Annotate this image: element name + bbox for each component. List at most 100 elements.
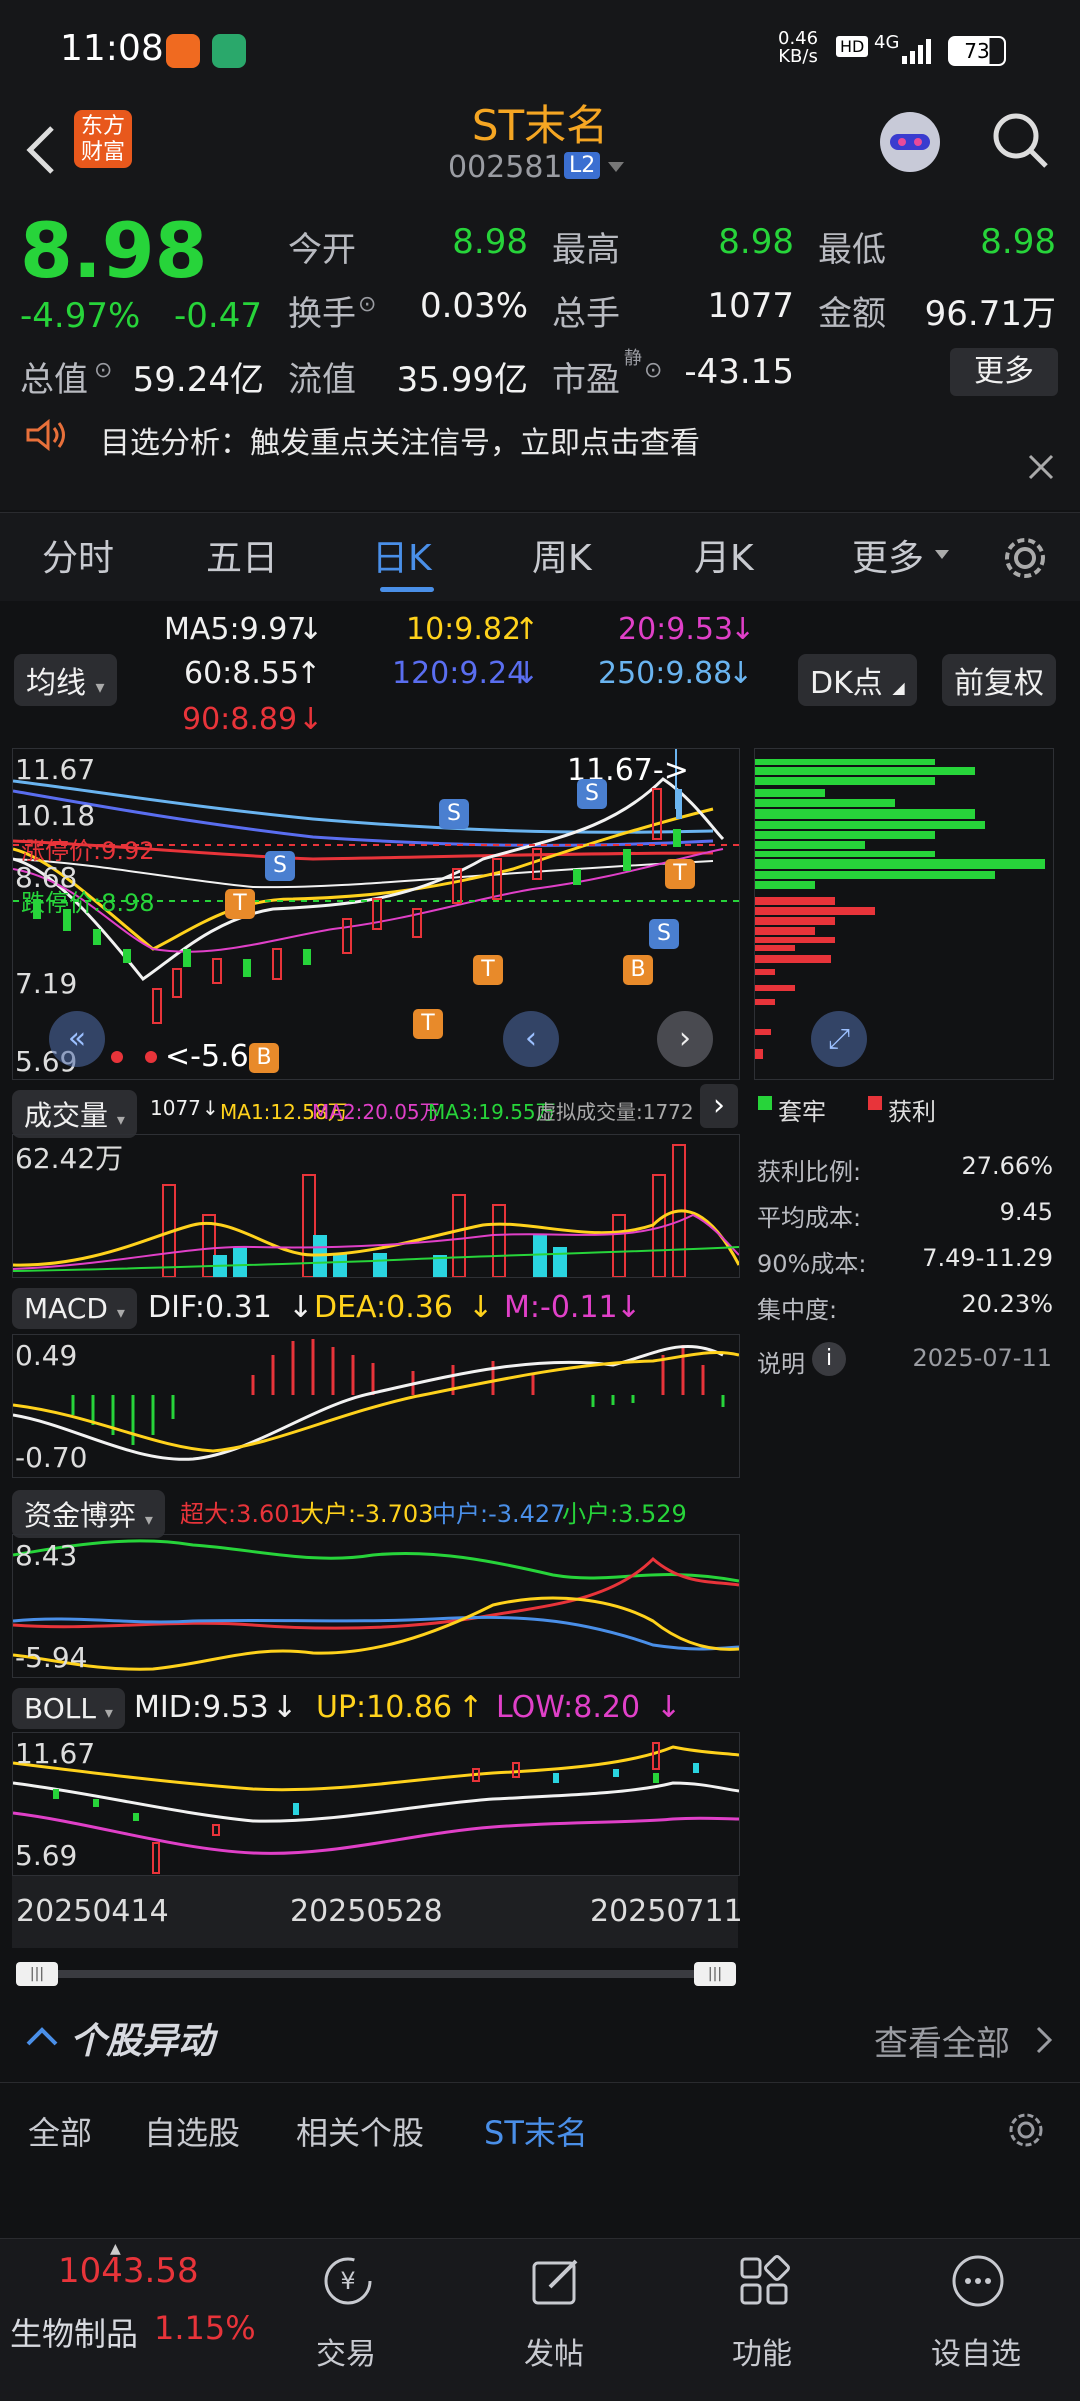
signal-s-icon[interactable]: S: [439, 799, 469, 829]
fund-game-selector[interactable]: 资金博弈 ▾: [12, 1490, 165, 1538]
volume-chart[interactable]: 62.42万: [12, 1134, 741, 1278]
range-slider-track[interactable]: [16, 1970, 736, 1978]
yen-exchange-icon: ¥: [324, 2257, 372, 2305]
signal-b-icon[interactable]: B: [623, 955, 653, 985]
tab-daily-k[interactable]: 日K: [372, 529, 432, 581]
fund-game-chart[interactable]: 8.43 -5.94: [12, 1534, 740, 1678]
caret-down-icon[interactable]: [934, 549, 950, 561]
ma-selector[interactable]: 均线 ▾: [14, 654, 117, 706]
turnover-value: 0.03%: [419, 286, 528, 326]
status-time: 11:08: [60, 28, 164, 69]
filter-watchlist[interactable]: 自选股: [144, 2108, 240, 2154]
period-tabs: 分时 五日 日K 周K 月K 更多: [0, 512, 1080, 601]
signal-s-icon[interactable]: S: [649, 919, 679, 949]
tab-five-day[interactable]: 五日: [206, 529, 278, 581]
nav-add-watchlist-label: 设自选: [931, 2337, 1021, 2372]
kline-y-top: 11.67: [15, 753, 96, 786]
tab-weekly-k[interactable]: 周K: [532, 529, 592, 581]
signal-t-icon[interactable]: T: [413, 1009, 443, 1039]
kline-chart[interactable]: 11.67 10.18 8.68 7.19 5.69 涨停价:9.92 跌停价:…: [12, 748, 740, 1080]
tab-monthly-k[interactable]: 月K: [694, 529, 754, 581]
gear-icon[interactable]: [1000, 533, 1050, 583]
macd-canvas: [12, 1339, 740, 1461]
nav-post[interactable]: 发帖: [474, 2239, 634, 2389]
boll-y-top: 11.67: [15, 1737, 96, 1770]
sector-name[interactable]: 生物制品: [10, 2309, 138, 2355]
adjust-price-button[interactable]: 前复权: [942, 654, 1056, 706]
scroll-right-button[interactable]: ›: [657, 1011, 713, 1067]
signal-t-icon[interactable]: T: [665, 859, 695, 889]
boll-up: UP:10.86: [316, 1690, 453, 1725]
signal-t-icon[interactable]: T: [225, 889, 255, 919]
sector-change: 1.15%: [154, 2309, 256, 2347]
volume-current: 1077: [150, 1096, 201, 1120]
search-icon[interactable]: [990, 110, 1050, 170]
signal-s-icon[interactable]: S: [265, 851, 295, 881]
info-circle-icon[interactable]: ⊙: [94, 358, 112, 383]
nav-functions[interactable]: 功能: [682, 2239, 842, 2389]
macd-selector[interactable]: MACD ▾: [12, 1288, 137, 1329]
battery-icon: 73: [948, 36, 1006, 66]
info-icon[interactable]: i: [812, 1342, 846, 1376]
date-axis: 20250414 20250528 20250711: [12, 1876, 743, 1948]
range-slider-right-handle[interactable]: |||: [694, 1962, 736, 1986]
nav-post-label: 发帖: [524, 2337, 584, 2372]
dk-point-button[interactable]: DK点 ◢: [798, 654, 917, 706]
info-circle-icon[interactable]: ⊙: [358, 292, 376, 317]
change-amount: -0.47: [174, 296, 262, 336]
signal-t-icon[interactable]: T: [473, 955, 503, 985]
robot-assistant-icon[interactable]: [870, 100, 950, 180]
sector-index-value[interactable]: 1043.58: [58, 2251, 199, 2291]
kline-y-2: 10.18: [15, 799, 96, 832]
chip-date: 2025-07-11: [912, 1344, 1052, 1372]
nav-trade[interactable]: ¥ 交易: [266, 2239, 426, 2389]
view-all-link[interactable]: 查看全部: [874, 2016, 1010, 2065]
filter-related[interactable]: 相关个股: [296, 2108, 424, 2154]
macd-dea: DEA:0.36: [314, 1290, 453, 1325]
nav-add-watchlist[interactable]: 设自选: [896, 2239, 1056, 2389]
boll-canvas: [12, 1742, 740, 1874]
filter-this-stock[interactable]: ST末名: [484, 2108, 588, 2154]
gear-icon[interactable]: [1006, 2110, 1046, 2150]
signal-b-icon[interactable]: B: [249, 1043, 279, 1073]
virtual-volume: 虚拟成交量:1772: [536, 1100, 694, 1124]
range-slider-left-handle[interactable]: |||: [16, 1962, 58, 1986]
volume-label: 总手: [552, 294, 620, 334]
filter-all[interactable]: 全部: [28, 2108, 92, 2154]
expand-icon[interactable]: ⤢: [811, 1011, 867, 1067]
boll-selector[interactable]: BOLL ▾: [12, 1688, 125, 1729]
network-type: 4G: [874, 32, 900, 53]
level2-badge[interactable]: L2: [564, 152, 601, 179]
chip-distribution[interactable]: ⤢: [754, 748, 1054, 1080]
movers-title: 个股异动: [70, 2021, 215, 2062]
macd-m: M:-0.11: [504, 1290, 618, 1325]
signal-s-icon[interactable]: S: [577, 779, 607, 809]
notice-bar[interactable]: 目选分析：触发重点关注信号，立即点击查看: [0, 418, 1080, 510]
scroll-left-button[interactable]: ‹: [503, 1011, 559, 1067]
tab-intraday[interactable]: 分时: [42, 529, 114, 581]
low-value: 8.98: [980, 222, 1056, 262]
chevron-right-icon[interactable]: ›: [700, 1084, 738, 1128]
open-label: 今开: [288, 230, 356, 270]
quote-panel: 8.98 -4.97% -0.47 今开 8.98 最高 8.98 最低 8.9…: [0, 200, 1080, 418]
scroll-left-fast-button[interactable]: «: [49, 1011, 105, 1067]
svg-text:¥: ¥: [340, 2267, 355, 2295]
turnover-label: 换手: [288, 294, 356, 334]
chevron-up-icon[interactable]: [24, 2024, 60, 2048]
grid-icon: [740, 2255, 790, 2305]
pe-value: -43.15: [684, 352, 794, 392]
limit-up-price: 涨停价:9.92: [21, 837, 155, 865]
caret-down-icon[interactable]: [606, 160, 626, 174]
limit-down-price: 跌停价:8.98: [21, 889, 155, 917]
chevron-right-icon[interactable]: [1034, 2024, 1054, 2056]
amount-label: 金额: [818, 294, 886, 334]
tab-more[interactable]: 更多: [852, 529, 924, 581]
more-button[interactable]: 更多: [950, 348, 1058, 396]
ma10-arrow: ↑: [514, 612, 540, 647]
macd-chart[interactable]: 0.49 -0.70: [12, 1334, 740, 1478]
boll-chart[interactable]: 11.67 5.69: [12, 1732, 740, 1876]
last-price: 8.98: [20, 206, 208, 295]
close-icon[interactable]: [1026, 452, 1056, 482]
speaker-icon: [26, 418, 65, 452]
volume-indicator-selector[interactable]: 成交量 ▾: [12, 1090, 137, 1138]
